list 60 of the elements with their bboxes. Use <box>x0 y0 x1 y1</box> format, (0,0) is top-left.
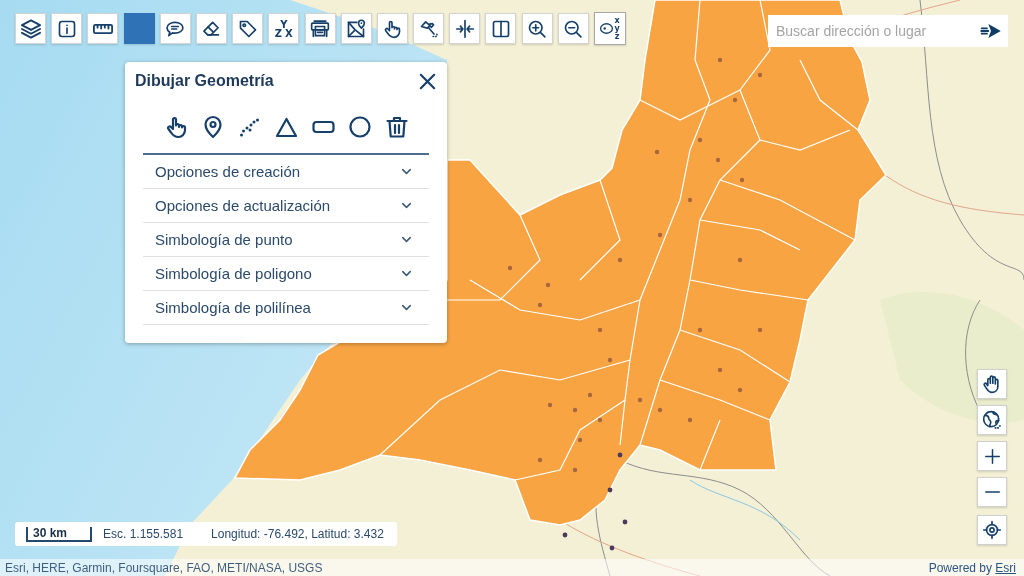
powered-by-text: Powered by Esri <box>928 560 1016 575</box>
zoom-in-button[interactable] <box>521 13 553 44</box>
info-icon <box>56 18 77 39</box>
eraser-icon <box>201 18 222 39</box>
pointer-button[interactable] <box>376 13 408 44</box>
zoom-out-button[interactable] <box>557 13 589 44</box>
comment-button[interactable] <box>159 13 191 44</box>
tag-icon <box>237 18 258 39</box>
ellipse-icon <box>600 23 614 34</box>
zoom-out-button[interactable] <box>977 477 1007 507</box>
trash-icon[interactable] <box>384 115 409 139</box>
eraser-button[interactable] <box>195 13 227 44</box>
search-button[interactable] <box>973 15 1008 47</box>
locate-button[interactable] <box>977 515 1007 545</box>
coordinates-button[interactable]: Y Z X <box>268 13 300 44</box>
zoom-out-icon <box>563 18 584 39</box>
esri-link[interactable]: Esri <box>995 560 1016 575</box>
pan-button[interactable] <box>977 369 1007 399</box>
attribution-text: Esri, HERE, Garmin, Foursquare, FAO, METI/NASA, USGS <box>5 560 323 575</box>
rectangle-icon[interactable] <box>311 121 335 133</box>
palm-icon <box>982 374 1002 394</box>
zoom-in-button[interactable] <box>977 441 1007 471</box>
search-field[interactable]: Buscar dirección o lugar <box>768 15 973 47</box>
close-button[interactable] <box>420 73 435 89</box>
columns-icon <box>490 18 511 39</box>
xyz-button[interactable]: x y z <box>594 12 626 45</box>
split-button[interactable] <box>449 13 481 44</box>
chevron-down-icon <box>402 237 411 242</box>
crosshair-icon <box>982 520 1002 540</box>
printer-icon <box>310 18 330 39</box>
printer-button[interactable] <box>304 13 336 44</box>
map-image-button[interactable] <box>340 13 372 44</box>
columns-button[interactable] <box>485 13 517 44</box>
hammer-icon <box>418 18 439 39</box>
scale-bar: 30 km <box>26 526 92 542</box>
info-button[interactable] <box>51 13 83 44</box>
coordinates-text: Longitud: -76.492, Latitud: 3.432 <box>211 527 384 541</box>
globe-icon <box>982 410 1002 430</box>
close-icon <box>420 73 435 89</box>
split-arrows-icon <box>454 18 475 39</box>
chevron-down-icon <box>402 169 411 174</box>
scale-text: Esc. 1.155.581 <box>103 527 184 541</box>
triangle-icon[interactable] <box>276 117 297 137</box>
layers-icon <box>20 18 41 39</box>
minus-icon <box>984 491 1000 493</box>
layers-button[interactable] <box>15 13 46 44</box>
picture-pin-icon <box>346 18 367 39</box>
chevron-down-icon <box>402 271 411 276</box>
panel-title: Dibujar Geometría <box>135 72 274 90</box>
tag-button[interactable] <box>232 13 264 44</box>
chevron-down-icon <box>402 305 411 310</box>
send-arrow-icon <box>979 23 1002 39</box>
circle-icon[interactable] <box>347 115 372 139</box>
chevron-down-icon <box>402 203 411 208</box>
zoom-in-icon <box>527 18 548 39</box>
hand-pointer-icon <box>382 18 403 39</box>
globe-button[interactable] <box>977 405 1007 435</box>
plus-icon <box>984 448 1000 464</box>
hammer-button[interactable] <box>413 13 445 44</box>
ruler-button[interactable] <box>87 13 119 44</box>
